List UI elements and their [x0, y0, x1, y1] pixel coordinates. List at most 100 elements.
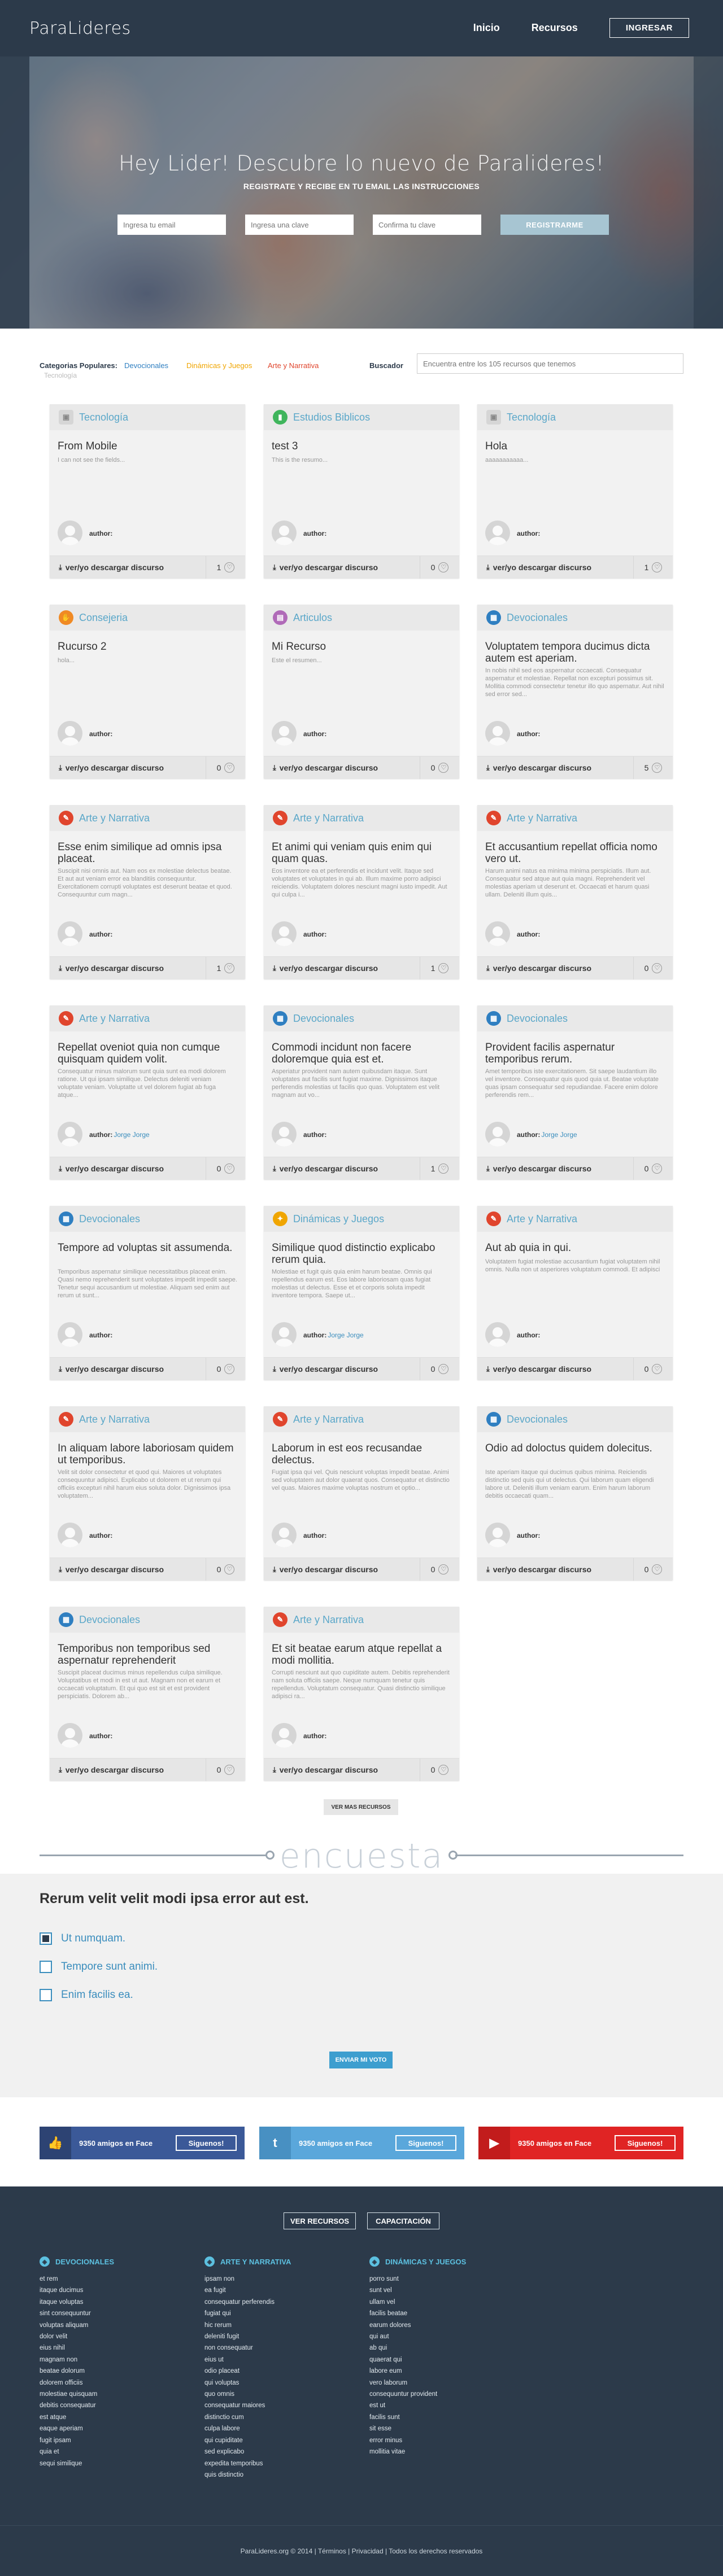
password-field[interactable]	[245, 215, 354, 235]
author-name[interactable]: Jorge Jorge	[541, 1131, 577, 1139]
footer-link[interactable]: quaerat qui	[369, 2354, 466, 2365]
footer-link[interactable]: distinctio cum	[204, 2412, 291, 2423]
card-category[interactable]: Arte y Narrativa	[79, 812, 150, 824]
footer-link[interactable]: consequatur perferendis	[204, 2297, 291, 2308]
card-category[interactable]: Devocionales	[507, 1013, 568, 1025]
footer-link[interactable]: labore eum	[369, 2365, 466, 2377]
heart-icon[interactable]: ♡	[224, 1363, 235, 1374]
confirm-password-field[interactable]	[373, 215, 481, 235]
resource-card[interactable]: ▦ Devocionales Odio ad doloctus quidem dol…	[477, 1406, 673, 1581]
download-button[interactable]: ⤓ ver/yo descargar discurso	[264, 763, 420, 772]
like-counter[interactable]: 1 ♡	[633, 556, 673, 579]
login-button[interactable]: INGRESAR	[609, 18, 689, 38]
follow-button[interactable]: Siguenos!	[176, 2135, 237, 2151]
card-title[interactable]: Aut ab quia in qui.	[485, 1242, 665, 1254]
footer-link[interactable]: error minus	[369, 2435, 466, 2446]
like-counter[interactable]: 0 ♡	[206, 756, 245, 779]
card-title[interactable]: Tempore ad voluptas sit assumenda.	[58, 1242, 237, 1254]
download-button[interactable]: ⤓ ver/yo descargar discurso	[50, 1164, 206, 1173]
like-counter[interactable]: 0 ♡	[206, 1758, 245, 1781]
footer-link[interactable]: expedita temporibus	[204, 2458, 291, 2469]
footer-link[interactable]: hic rerum	[204, 2320, 291, 2331]
footer-link[interactable]: quo omnis	[204, 2389, 291, 2400]
resource-card[interactable]: ✎ Arte y Narrativa In aliquam labore labor…	[50, 1406, 245, 1581]
heart-icon[interactable]: ♡	[652, 1163, 663, 1174]
card-category[interactable]: Arte y Narrativa	[293, 812, 364, 824]
heart-icon[interactable]: ♡	[224, 562, 235, 572]
email-field[interactable]	[117, 215, 226, 235]
card-category[interactable]: Devocionales	[507, 1414, 568, 1425]
card-title[interactable]: Similique quod distinctio explicabo reru…	[272, 1242, 451, 1266]
heart-icon[interactable]: ♡	[652, 1363, 663, 1374]
card-title[interactable]: Laborum in est eos recusandae delectus.	[272, 1442, 451, 1466]
card-category[interactable]: Tecnología	[507, 412, 556, 423]
card-category[interactable]: Devocionales	[293, 1013, 354, 1025]
footer-link[interactable]: porro sunt	[369, 2273, 466, 2285]
footer-link[interactable]: vero laborum	[369, 2377, 466, 2389]
resource-card[interactable]: ✎ Arte y Narrativa Et sit beatae earum atq…	[264, 1607, 459, 1781]
like-counter[interactable]: 1 ♡	[206, 956, 245, 979]
like-counter[interactable]: 5 ♡	[633, 756, 673, 779]
card-category[interactable]: Devocionales	[79, 1213, 140, 1225]
heart-icon[interactable]: ♡	[438, 1564, 449, 1575]
download-button[interactable]: ⤓ ver/yo descargar discurso	[50, 1565, 206, 1574]
card-category[interactable]: Devocionales	[507, 612, 568, 624]
footer-link[interactable]: earum dolores	[369, 2320, 466, 2331]
load-more-button[interactable]: VER MAS RECURSOS	[324, 1799, 398, 1815]
heart-icon[interactable]: ♡	[438, 762, 449, 773]
like-counter[interactable]: 0 ♡	[420, 1558, 459, 1581]
download-button[interactable]: ⤓ ver/yo descargar discurso	[264, 563, 420, 572]
download-button[interactable]: ⤓ ver/yo descargar discurso	[477, 763, 633, 772]
filter-category-arte[interactable]: Arte y Narrativa	[268, 361, 319, 370]
card-title[interactable]: Temporibus non temporibus sed aspernatur…	[58, 1643, 237, 1668]
footer-link[interactable]: fugit ipsam	[40, 2435, 114, 2446]
card-category[interactable]: Tecnología	[79, 412, 128, 423]
card-category[interactable]: Arte y Narrativa	[293, 1614, 364, 1626]
heart-icon[interactable]: ♡	[438, 963, 449, 973]
filter-category-devocionales[interactable]: Devocionales	[124, 361, 168, 370]
resource-card[interactable]: ▦ Devocionales Commodi incidunt non facere…	[264, 1005, 459, 1180]
card-category[interactable]: Arte y Narrativa	[79, 1414, 150, 1425]
card-title[interactable]: Hola	[485, 440, 665, 452]
resource-card[interactable]: ▣ Tecnología Hola aaaaaaaaaaa... author: ⤓ ver…	[477, 404, 673, 579]
footer-link[interactable]: ipsam non	[204, 2273, 291, 2285]
radio-button[interactable]	[40, 1989, 52, 2001]
resource-card[interactable]: ▤ Articulos Mi Recurso Este el resumen... au…	[264, 605, 459, 779]
follow-button[interactable]: Siguenos!	[395, 2135, 456, 2151]
card-title[interactable]: Mi Recurso	[272, 641, 451, 653]
footer-link[interactable]: est atque	[40, 2412, 114, 2423]
footer-link[interactable]: sint consequuntur	[40, 2308, 114, 2319]
download-button[interactable]: ⤓ ver/yo descargar discurso	[50, 1364, 206, 1374]
footer-link[interactable]: magnam non	[40, 2354, 114, 2365]
resource-card[interactable]: ▦ Devocionales Voluptatem tempora ducimus …	[477, 605, 673, 779]
card-category[interactable]: Articulos	[293, 612, 332, 624]
site-logo[interactable]: ParaLideres	[29, 19, 131, 38]
download-button[interactable]: ⤓ ver/yo descargar discurso	[477, 563, 633, 572]
resource-card[interactable]: ▣ Tecnología From Mobile I can not see the …	[50, 404, 245, 579]
radio-button[interactable]	[40, 1932, 52, 1945]
footer-link[interactable]: molestiae quisquam	[40, 2389, 114, 2400]
card-title[interactable]: Commodi incidunt non facere doloremque q…	[272, 1042, 451, 1065]
resource-card[interactable]: ✎ Arte y Narrativa Aut ab quia in qui. Volu…	[477, 1206, 673, 1380]
card-title[interactable]: test 3	[272, 440, 451, 452]
card-category[interactable]: Arte y Narrativa	[79, 1013, 150, 1025]
like-counter[interactable]: 0 ♡	[633, 1558, 673, 1581]
like-counter[interactable]: 1 ♡	[420, 956, 459, 979]
card-title[interactable]: Esse enim similique ad omnis ipsa placea…	[58, 841, 237, 865]
footer-link[interactable]: ullam vel	[369, 2297, 466, 2308]
like-counter[interactable]: 0 ♡	[633, 1357, 673, 1380]
footer-link[interactable]: deleniti fugit	[204, 2331, 291, 2342]
heart-icon[interactable]: ♡	[224, 963, 235, 973]
download-button[interactable]: ⤓ ver/yo descargar discurso	[264, 1364, 420, 1374]
footer-link[interactable]: sequi similique	[40, 2458, 114, 2469]
heart-icon[interactable]: ♡	[438, 1764, 449, 1775]
footer-link[interactable]: eius ut	[204, 2354, 291, 2365]
footer-link[interactable]: culpa labore	[204, 2423, 291, 2434]
footer-link[interactable]: qui cupiditate	[204, 2435, 291, 2446]
resource-card[interactable]: ▦ Devocionales Tempore ad voluptas sit ass…	[50, 1206, 245, 1380]
card-category[interactable]: Devocionales	[79, 1614, 140, 1626]
filter-category-tecnologia[interactable]: Tecnología	[44, 371, 77, 379]
footer-link[interactable]: qui voluptas	[204, 2377, 291, 2389]
like-counter[interactable]: 0 ♡	[206, 1558, 245, 1581]
resource-card[interactable]: ▦ Devocionales Temporibus non temporibus s…	[50, 1607, 245, 1781]
